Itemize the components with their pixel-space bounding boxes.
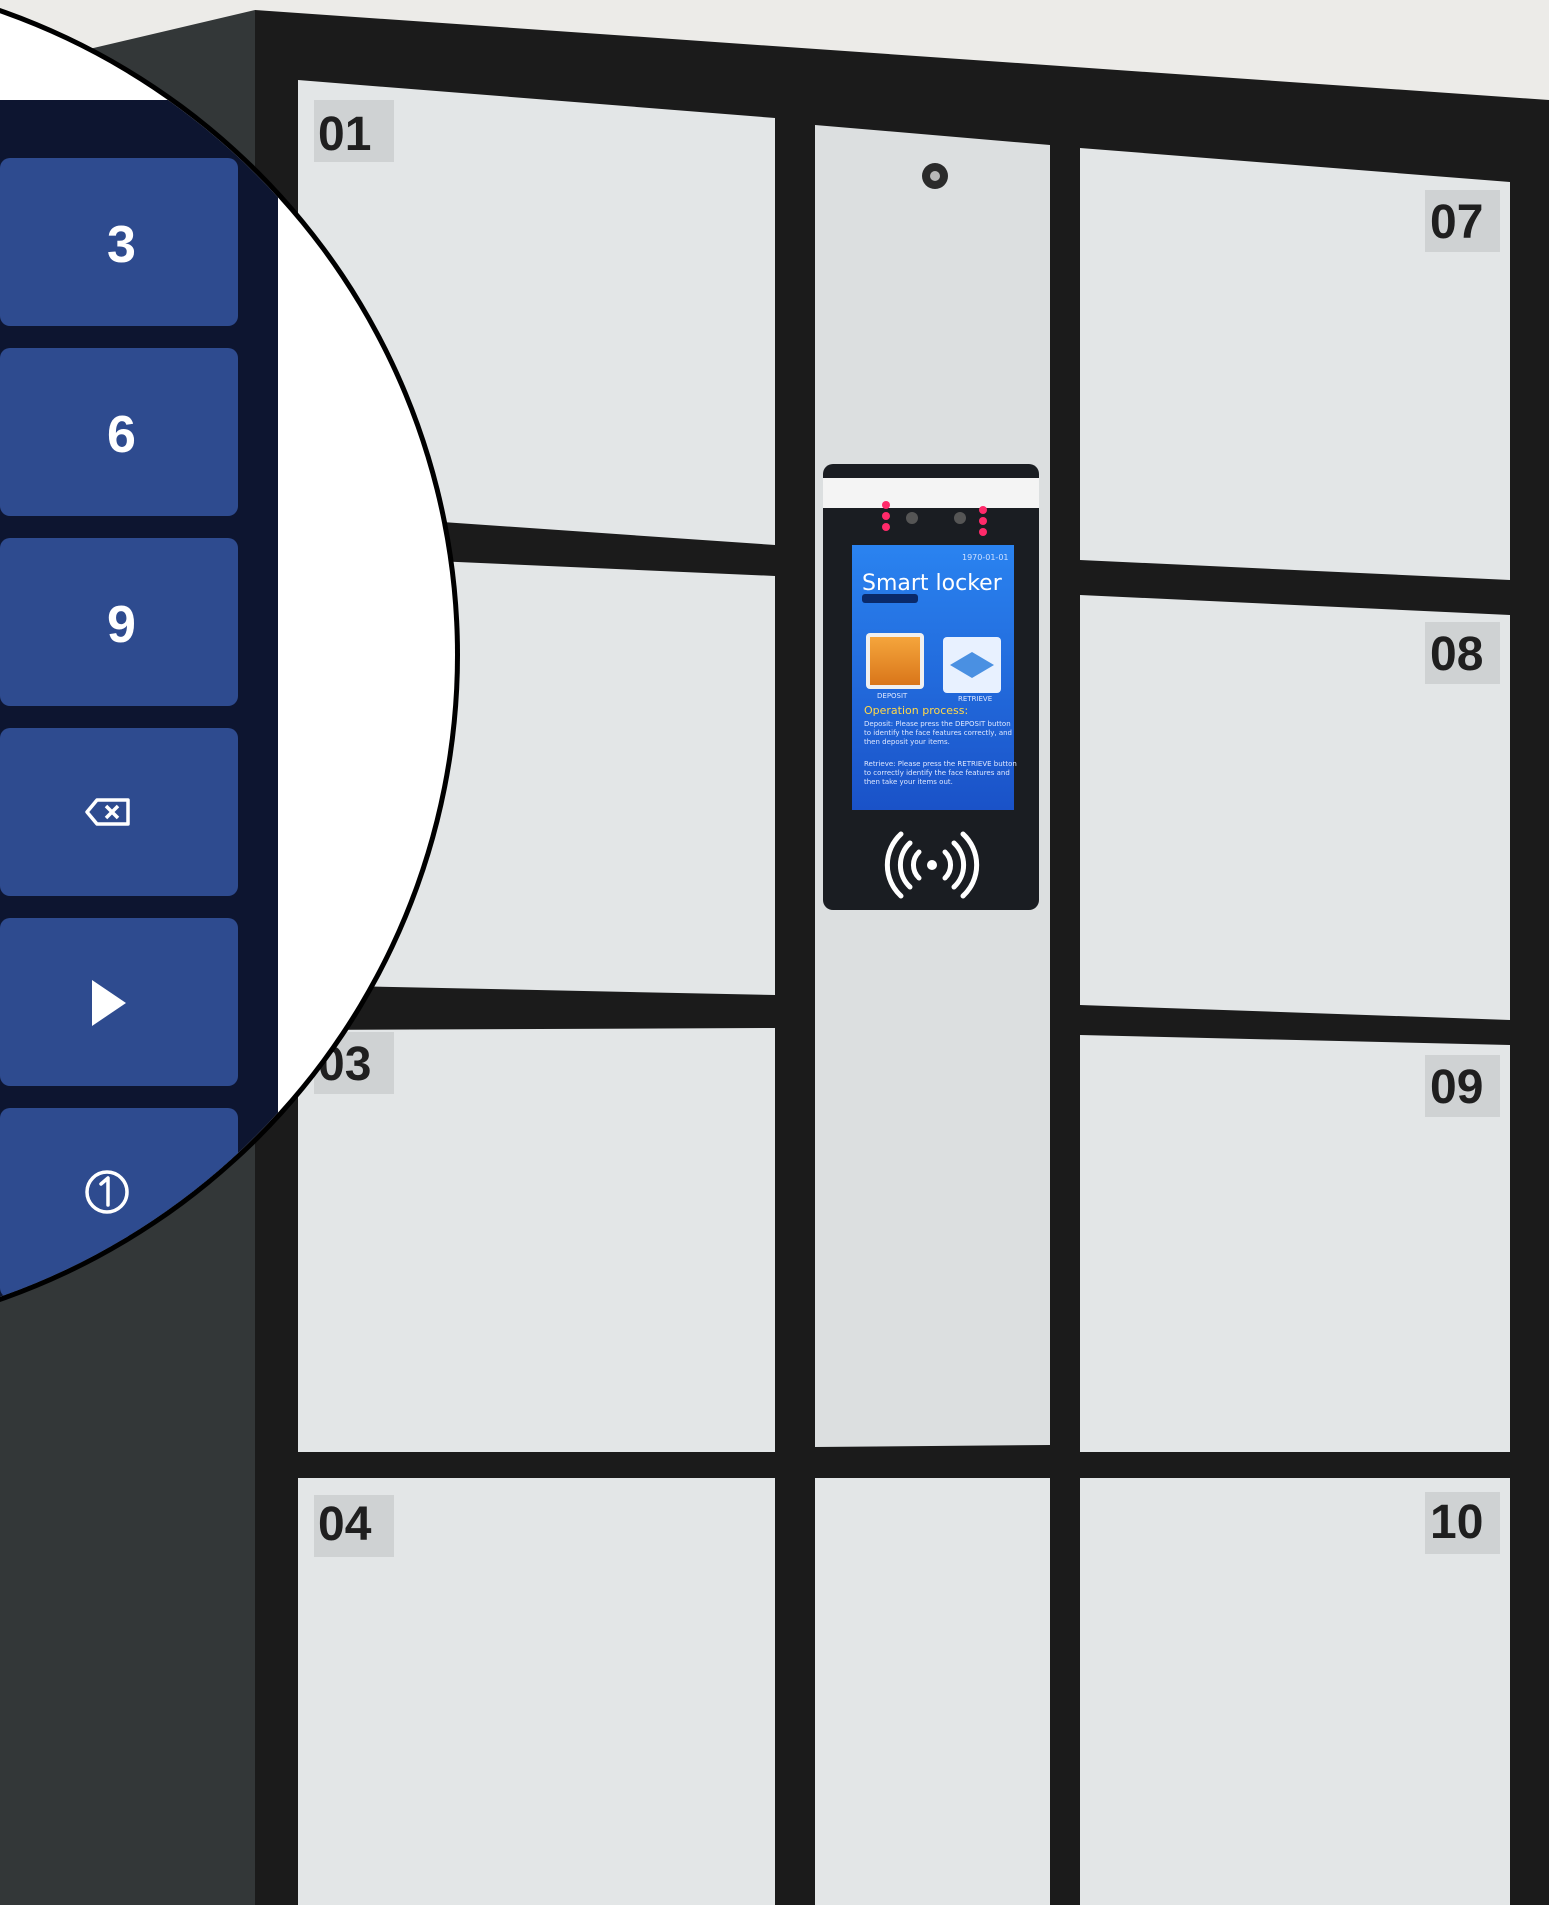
box-number-07: 07 <box>1430 196 1483 249</box>
retrieve-label: RETRIEVE <box>958 695 992 703</box>
screen-status-pill <box>862 594 918 603</box>
terminal-top-strip <box>823 478 1039 508</box>
box-number-04: 04 <box>318 1498 372 1551</box>
key-6-label: 6 <box>107 406 136 464</box>
deposit-label: DEPOSIT <box>877 692 908 700</box>
box-number-09: 09 <box>1430 1061 1483 1114</box>
screen-title: Smart locker <box>862 571 1003 596</box>
lock-icon <box>922 163 948 189</box>
box-number-01: 01 <box>318 108 371 161</box>
retrieve-instructions-3: then take your items out. <box>864 778 953 786</box>
backspace-button[interactable] <box>0 728 238 896</box>
deposit-instructions-2: to identify the face features correctly,… <box>864 729 1012 737</box>
locker-scene: 01 03 04 07 08 09 10 1970-01-01 Smart lo… <box>0 0 1549 1905</box>
terminal-device: 1970-01-01 Smart locker DEPOSIT RETRIEVE… <box>823 464 1039 910</box>
deposit-instructions-3: then deposit your items. <box>864 738 950 746</box>
retrieve-instructions-2: to correctly identify the face features … <box>864 769 1010 777</box>
box-icon <box>870 637 920 685</box>
retrieve-instructions-1: Retrieve: Please press the RETRIEVE butt… <box>864 760 1017 768</box>
box-number-10: 10 <box>1430 1496 1483 1549</box>
screen-date: 1970-01-01 <box>962 553 1009 562</box>
key-3-label: 3 <box>107 216 136 274</box>
locker-door-05[interactable] <box>815 1478 1050 1905</box>
deposit-instructions-1: Deposit: Please press the DEPOSIT button <box>864 720 1011 728</box>
box-number-08: 08 <box>1430 628 1483 681</box>
process-heading: Operation process: <box>864 704 968 717</box>
key-9-label: 9 <box>107 596 136 654</box>
